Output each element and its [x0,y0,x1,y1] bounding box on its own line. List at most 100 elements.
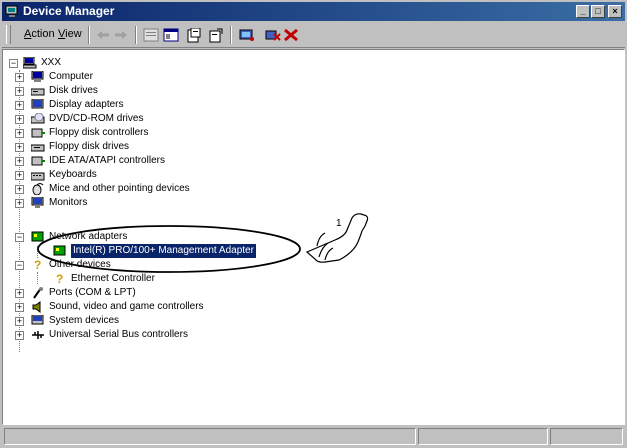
tree-item-label: Mice and other pointing devices [49,183,190,194]
question-device-icon: ? [56,272,63,284]
toolbar-separator [88,26,90,44]
device-tree-pane[interactable]: − XXX + Computer + Disk drives + Display… [2,49,625,425]
expand-icon[interactable]: + [15,331,24,340]
expand-icon[interactable]: + [15,289,24,298]
computer-icon [31,71,44,82]
ide-controller-icon [31,156,45,166]
mouse-icon [32,183,44,195]
expand-icon[interactable]: + [15,101,24,110]
tree-item-label: System devices [49,315,120,326]
expand-icon[interactable]: + [15,185,24,194]
collapse-icon[interactable]: − [15,261,24,270]
tree-item-label: Ethernet Controller [71,273,155,284]
toolbar-separator [230,26,232,44]
tree-item-label: IDE ATA/ATAPI controllers [49,155,165,166]
tree-item-network-adapters[interactable]: − Network adapters [15,230,315,244]
device-manager-window: Device Manager _ □ × Action View − XXX +… [0,0,627,448]
expand-icon[interactable]: + [15,129,24,138]
tree-item-label: Ports (COM & LPT) [49,287,136,298]
tree-item-label: DVD/CD-ROM drives [49,113,144,124]
show-hide-tree-icon[interactable] [162,27,180,43]
back-arrow-icon[interactable] [94,27,112,43]
tree-item-ethernet-controller[interactable]: ? Ethernet Controller [53,272,353,286]
tree-connector [37,272,38,284]
tree-item-system-devices[interactable]: + System devices [15,314,315,328]
device-manager-app-icon [5,5,18,17]
keyboard-icon [31,172,45,181]
tree-item-monitors[interactable]: + Monitors [15,196,315,210]
tree-item-label: Sound, video and game controllers [49,301,204,312]
tree-item-label: Other devices [49,259,111,270]
expand-icon[interactable]: + [15,115,24,124]
status-bar [2,427,625,446]
tree-item-other-devices[interactable]: − ? Other devices [15,258,315,272]
monitor-icon [31,197,44,208]
tree-root[interactable]: − XXX [9,56,209,70]
tree-item-label: Monitors [49,197,88,208]
expand-icon[interactable]: + [15,87,24,96]
tree-item-label: Display adapters [49,99,124,110]
floppy-drive-icon [31,144,45,152]
expand-icon[interactable]: + [15,199,24,208]
tree-item-floppy-controllers[interactable]: + Floppy disk controllers [15,126,315,140]
uninstall-icon[interactable] [264,27,282,43]
tree-root-label: XXX [41,57,62,68]
tree-item-label: Computer [49,71,93,82]
tree-item-intel-adapter[interactable]: Intel(R) PRO/100+ Management Adapter [53,244,353,258]
svg-text:?: ? [56,272,63,284]
tree-item-disk-drives[interactable]: + Disk drives [15,84,315,98]
floppy-controller-icon [31,128,45,138]
tree-connector [37,246,38,258]
forward-arrow-icon[interactable] [112,27,130,43]
up-level-icon[interactable] [142,27,160,43]
minimize-button[interactable]: _ [576,5,590,18]
tree-item-sound[interactable]: + Sound, video and game controllers [15,300,315,314]
scan-hardware-icon[interactable] [238,27,256,43]
cdrom-icon [31,113,45,124]
expand-icon[interactable]: + [15,171,24,180]
expand-icon[interactable]: + [15,303,24,312]
computer-root-icon [23,57,37,69]
title-bar[interactable]: Device Manager _ □ × [2,2,625,21]
expand-icon[interactable]: + [15,143,24,152]
window-title: Device Manager [23,4,115,18]
tree-item-keyboards[interactable]: + Keyboards [15,168,315,182]
usb-icon [32,331,44,339]
tree-item-label-selected: Intel(R) PRO/100+ Management Adapter [71,244,256,258]
tree-item-dvd-cdrom[interactable]: + DVD/CD-ROM drives [15,112,315,126]
system-device-icon [31,315,44,325]
port-icon [33,287,43,299]
network-adapter-icon [31,231,44,242]
menu-view[interactable]: View [58,28,82,40]
toolbar-separator [135,26,137,44]
sound-icon [32,301,41,313]
tree-item-display-adapters[interactable]: + Display adapters [15,98,315,112]
collapse-icon[interactable]: − [9,59,18,68]
svg-text:?: ? [34,258,41,270]
disk-drive-icon [31,88,45,96]
tree-item-label: Disk drives [49,85,98,96]
unknown-device-icon: ? [34,258,41,270]
tree-item-floppy-drives[interactable]: + Floppy disk drives [15,140,315,154]
disable-icon[interactable] [282,27,300,43]
menu-action[interactable]: Action [24,28,55,40]
maximize-button[interactable]: □ [591,5,605,18]
tree-item-ports[interactable]: + Ports (COM & LPT) [15,286,315,300]
toolbar-grip[interactable] [6,25,11,44]
close-button[interactable]: × [608,5,622,18]
tree-item-mice[interactable]: + Mice and other pointing devices [15,182,315,196]
tree-item-computer[interactable]: + Computer [15,70,315,84]
expand-icon[interactable]: + [15,73,24,82]
display-adapter-icon [31,99,44,109]
status-panel-tertiary [550,428,623,445]
status-panel-main [4,428,416,445]
help-icon[interactable] [207,27,225,43]
tree-item-usb[interactable]: + Universal Serial Bus controllers [15,328,315,342]
properties-icon[interactable] [185,27,203,43]
collapse-icon[interactable]: − [15,233,24,242]
tree-item-label: Universal Serial Bus controllers [49,329,188,340]
tree-item-ide-controllers[interactable]: + IDE ATA/ATAPI controllers [15,154,315,168]
expand-icon[interactable]: + [15,157,24,166]
callout-number: 1 [336,218,342,229]
expand-icon[interactable]: + [15,317,24,326]
